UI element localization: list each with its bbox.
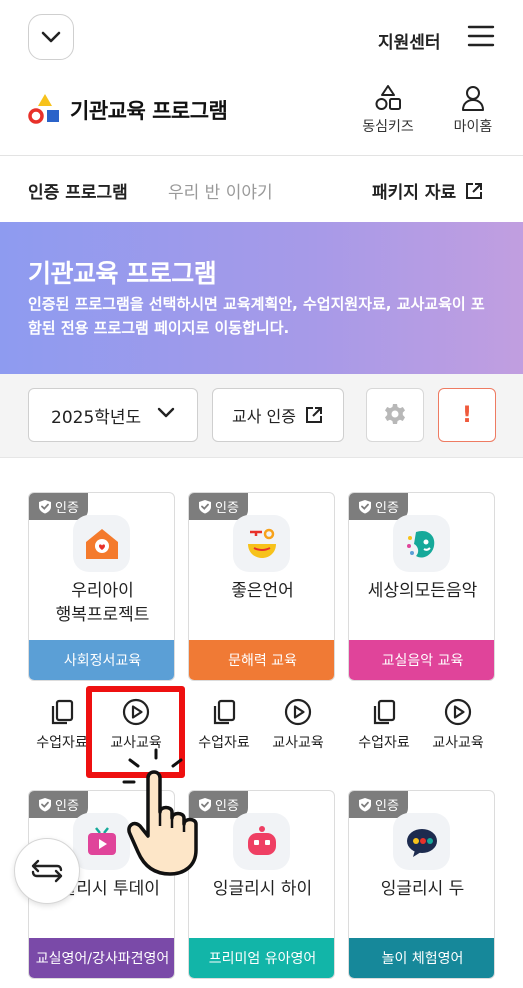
program-card-english-do[interactable]: 인증 잉글리시 두 놀이 체험영어 [348,790,495,979]
copy-document-icon [373,699,396,725]
teacher-education-button[interactable]: 교사교육 [418,698,498,752]
certified-badge: 인증 [29,791,88,818]
copy-document-icon [51,699,74,725]
program-name: 좋은언어 [231,581,294,601]
dongsim-kids-button[interactable]: 동심키즈 [353,84,423,136]
share-arrow-icon [31,859,63,883]
shield-check-icon [39,798,52,812]
program-card-all-music[interactable]: 인증 세상의모든음악 교실음악 교육 [348,492,495,681]
certified-badge: 인증 [29,493,88,520]
program-name: 우리아이 행복프로젝트 [29,579,174,627]
collapse-button[interactable] [28,14,74,60]
certified-badge-label: 인증 [55,799,79,814]
shield-check-icon [39,500,52,514]
teacher-education-button[interactable]: 교사교육 [258,698,338,752]
teacher-education-label: 교사교육 [432,735,484,751]
lesson-materials-button[interactable]: 수업자료 [184,698,264,752]
hamburger-menu-button[interactable] [466,24,496,50]
top-bar: 지원센터 [0,0,523,78]
certified-badge: 인증 [349,493,408,520]
program-category: 교실음악 교육 [349,640,494,680]
filter-bar: 2025학년도 교사 인증 ! [0,374,523,458]
shield-check-icon [359,798,372,812]
program-name-line1: 우리아이 [71,581,134,601]
program-name: 잉글리시 두 [380,879,465,899]
program-name: 잉글리시 하이 [212,879,313,899]
play-circle-icon [284,698,312,726]
year-select-value: 2025학년도 [51,407,142,428]
program-card-good-language[interactable]: 인증 좋은언어 문해력 교육 [188,492,335,681]
certified-badge: 인증 [349,791,408,818]
copy-document-icon [213,699,236,725]
hero-description: 인증된 프로그램을 선택하시면 교육계획안, 수업지원자료, 교사교육이 포함된… [28,295,485,337]
chat-robot-icon [233,813,290,870]
alert-button[interactable]: ! [438,388,496,442]
tab-certified-programs[interactable]: 인증 프로그램 [28,178,128,203]
menu-icon [467,25,495,47]
year-select[interactable]: 2025학년도 [28,388,198,442]
teacher-education-label: 교사교육 [272,735,324,751]
certified-badge-label: 인증 [215,799,239,814]
brand-title[interactable]: 기관교육 프로그램 [70,95,228,125]
chevron-down-icon [41,31,61,43]
package-materials-label: 패키지 자료 [372,183,457,203]
dongsim-kids-label: 동심키즈 [362,119,414,135]
certified-badge-label: 인증 [215,501,239,516]
lesson-materials-label: 수업자료 [358,735,410,751]
shield-check-icon [359,500,372,514]
hero-title: 기관교육 프로그램 [28,259,217,288]
hero-banner: 기관교육 프로그램 인증된 프로그램을 선택하시면 교육계획안, 수업지원자료,… [0,222,523,374]
package-materials-link[interactable]: 패키지 자료 [372,178,484,203]
pointing-hand-icon [122,748,198,876]
settings-button[interactable] [366,388,424,442]
my-home-button[interactable]: 마이홈 [438,84,508,136]
lesson-materials-button[interactable]: 수업자료 [344,698,424,752]
tab-bar: 인증 프로그램 우리 반 이야기 패키지 자료 [0,156,523,222]
teacher-cert-label: 교사 인증 [232,407,296,426]
shield-check-icon [199,500,212,514]
program-category: 놀이 체험영어 [349,938,494,978]
certified-badge-label: 인증 [375,799,399,814]
brand-bar: 기관교육 프로그램 동심키즈 마이홈 [0,78,523,156]
program-card-happy-project[interactable]: 인증 우리아이 행복프로젝트 사회정서교육 [28,492,175,681]
program-category: 프리미엄 유아영어 [189,938,334,978]
program-category: 문해력 교육 [189,640,334,680]
shapes-icon [375,85,401,110]
chevron-down-icon [157,407,175,418]
teacher-cert-button[interactable]: 교사 인증 [212,388,344,442]
my-home-label: 마이홈 [453,119,493,135]
program-name: 세상의모든음악 [367,581,478,601]
house-heart-icon [73,515,130,572]
user-icon [462,86,484,111]
gear-icon [385,404,405,424]
program-category: 교실영어/강사파견영어 [29,938,174,978]
external-link-icon [305,407,322,423]
music-face-icon [393,515,450,572]
alert-label: ! [461,402,473,428]
tab-our-class-story[interactable]: 우리 반 이야기 [168,178,273,203]
support-center-link[interactable]: 지원센터 [378,28,441,53]
language-bowl-icon [233,515,290,572]
certified-badge-label: 인증 [55,501,79,516]
certified-badge: 인증 [189,493,248,520]
program-name-line2: 행복프로젝트 [55,605,150,625]
play-circle-icon [444,698,472,726]
speech-bubble-icon [393,813,450,870]
share-fab-button[interactable] [14,838,80,904]
program-category: 사회정서교육 [29,640,174,680]
external-link-icon [466,182,483,199]
certified-badge-label: 인증 [375,501,399,516]
brand-logo [28,94,59,124]
